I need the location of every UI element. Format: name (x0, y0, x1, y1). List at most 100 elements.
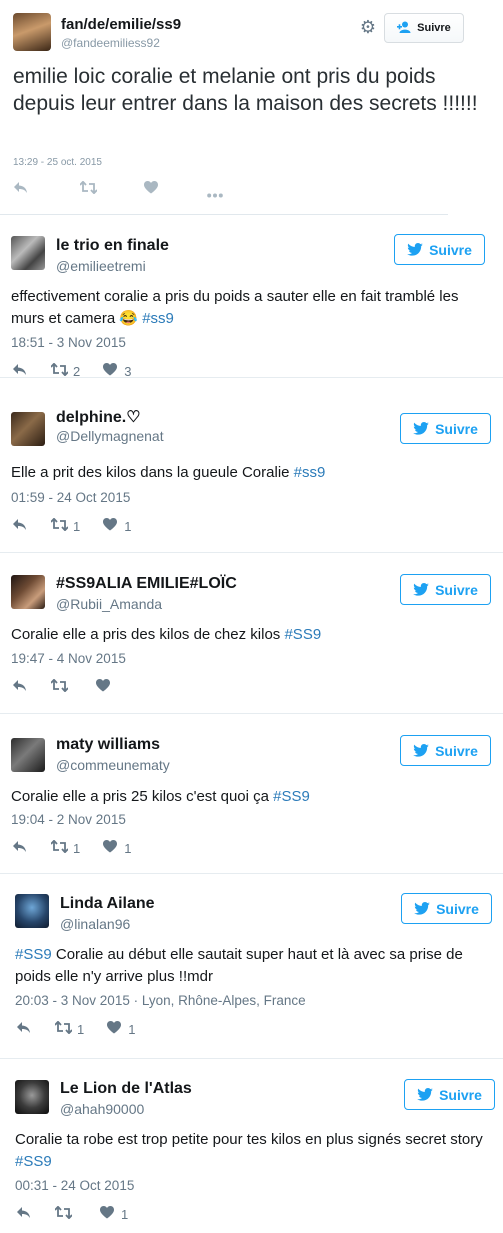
follow-button[interactable]: Suivre (400, 574, 491, 605)
retweet-icon[interactable] (50, 677, 69, 696)
display-name[interactable]: le trio en finale (56, 237, 169, 255)
twitter-bird-icon (407, 243, 423, 256)
retweet-icon[interactable] (50, 838, 69, 857)
retweet-count: 1 (77, 1021, 85, 1037)
reply-icon[interactable] (13, 181, 28, 198)
twitter-bird-icon (413, 583, 429, 596)
heart-icon[interactable] (102, 517, 118, 535)
tweet-actions: 1 1 (11, 516, 131, 535)
retweet-count: 1 (73, 518, 81, 534)
timestamp[interactable]: 19:04 - 2 Nov 2015 (11, 812, 126, 827)
divider (0, 214, 448, 215)
retweet-icon[interactable] (79, 180, 98, 198)
avatar[interactable] (13, 13, 51, 51)
like-count: 1 (124, 840, 132, 856)
tweet-actions (11, 677, 117, 696)
avatar[interactable] (15, 894, 49, 928)
tweet-actions: 1 (15, 1204, 129, 1223)
follow-button-label: Suivre (435, 581, 478, 598)
follow-button[interactable]: Suivre (384, 13, 464, 43)
display-name[interactable]: maty williams (56, 736, 160, 754)
retweet-icon[interactable] (54, 1019, 73, 1038)
avatar[interactable] (15, 1080, 49, 1114)
display-name[interactable]: Linda Ailane (60, 895, 155, 913)
reply-icon[interactable] (15, 1021, 31, 1038)
heart-icon[interactable] (95, 678, 111, 696)
follow-button[interactable]: Suivre (400, 413, 491, 444)
hashtag-link[interactable]: #SS9 (15, 946, 52, 963)
hashtag-link[interactable]: #SS9 (273, 788, 310, 805)
gear-icon[interactable]: ⚙ (358, 17, 378, 37)
follow-button-label: Suivre (435, 742, 478, 759)
reply-tweet: maty williams @commeunematy Suivre Coral… (0, 714, 503, 874)
timestamp[interactable]: 13:29 - 25 oct. 2015 (13, 157, 102, 168)
add-user-icon (397, 21, 411, 36)
tweet-actions: 1 1 (11, 838, 132, 857)
display-name[interactable]: delphine.♡ (56, 407, 141, 427)
reply-icon[interactable] (11, 840, 27, 857)
heart-icon[interactable] (99, 1205, 115, 1223)
retweet-icon[interactable] (50, 516, 69, 535)
twitter-bird-icon (413, 744, 429, 757)
display-name[interactable]: fan/de/emilie/ss9 (61, 16, 181, 33)
tweet-actions: 1 1 (15, 1019, 136, 1038)
heart-icon[interactable] (102, 839, 118, 857)
username[interactable]: @Rubii_Amanda (56, 596, 162, 612)
tweet-text: emilie loic coralie et melanie ont pris … (13, 65, 478, 115)
hashtag-link[interactable]: #ss9 (142, 310, 174, 327)
follow-button-label: Suivre (417, 22, 451, 34)
username[interactable]: @linalan96 (60, 916, 130, 932)
follow-button[interactable]: Suivre (401, 893, 492, 924)
display-name[interactable]: #SS9ALIA EMILIE#LOÏC (56, 575, 237, 593)
timestamp[interactable]: 19:47 - 4 Nov 2015 (11, 651, 126, 666)
follow-button[interactable]: Suivre (400, 735, 491, 766)
retweet-count: 1 (73, 840, 81, 856)
avatar[interactable] (11, 236, 45, 270)
twitter-bird-icon (413, 422, 429, 435)
display-name[interactable]: Le Lion de l'Atlas (60, 1080, 192, 1098)
main-tweet: fan/de/emilie/ss9 @fandeemiliess92 ⚙ Sui… (0, 0, 503, 215)
follow-button-label: Suivre (436, 900, 479, 917)
twitter-bird-icon (417, 1088, 433, 1101)
follow-button-label: Suivre (429, 241, 472, 258)
retweet-icon[interactable] (54, 1204, 73, 1223)
reply-tweet: #SS9ALIA EMILIE#LOÏC @Rubii_Amanda Suivr… (0, 553, 503, 713)
tweet-text: Elle a prit des kilos dans la gueule Cor… (11, 464, 326, 481)
tweet-text: effectivement coralie a pris du poids a … (11, 288, 459, 327)
hashtag-link[interactable]: #ss9 (294, 464, 326, 481)
more-icon[interactable] (207, 185, 223, 202)
timestamp[interactable]: 00:31 - 24 Oct 2015 (15, 1178, 134, 1193)
reply-icon[interactable] (15, 1206, 31, 1223)
like-count: 1 (121, 1206, 129, 1222)
username[interactable]: @emilieetremi (56, 258, 146, 274)
username[interactable]: @fandeemiliess92 (61, 36, 160, 50)
reply-tweet: Linda Ailane @linalan96 Suivre #SS9 Cora… (0, 874, 503, 1058)
avatar[interactable] (11, 738, 45, 772)
tweet-text: Coralie elle a pris 25 kilos c'est quoi … (11, 788, 310, 805)
hashtag-link[interactable]: #SS9 (284, 626, 321, 643)
timestamp[interactable]: 18:51 - 3 Nov 2015 (11, 335, 126, 350)
follow-button[interactable]: Suivre (404, 1079, 495, 1110)
avatar[interactable] (11, 412, 45, 446)
follow-button-label: Suivre (435, 420, 478, 437)
reply-tweet: delphine.♡ @Dellymagnenat Suivre Elle a … (0, 378, 503, 538)
timestamp[interactable]: 20:03 - 3 Nov 2015 · Lyon, Rhône-Alpes, … (15, 993, 306, 1008)
tweet-text: Coralie elle a pris des kilos de chez ki… (11, 626, 322, 643)
username[interactable]: @commeunematy (56, 757, 170, 773)
reply-icon[interactable] (11, 518, 27, 535)
avatar[interactable] (11, 575, 45, 609)
reply-tweet: le trio en finale @emilieetremi Suivre e… (0, 216, 503, 379)
follow-button-label: Suivre (439, 1086, 482, 1103)
timestamp[interactable]: 01:59 - 24 Oct 2015 (11, 490, 130, 505)
username[interactable]: @ahah90000 (60, 1101, 144, 1117)
tweet-text: #SS9 Coralie au début elle sautait super… (15, 946, 463, 985)
heart-icon[interactable] (106, 1020, 122, 1038)
heart-icon[interactable] (144, 181, 158, 198)
reply-tweet: Le Lion de l'Atlas @ahah90000 Suivre Cor… (0, 1059, 503, 1233)
like-count: 1 (128, 1021, 136, 1037)
username[interactable]: @Dellymagnenat (56, 428, 164, 444)
twitter-bird-icon (414, 902, 430, 915)
follow-button[interactable]: Suivre (394, 234, 485, 265)
reply-icon[interactable] (11, 679, 27, 696)
hashtag-link[interactable]: #SS9 (15, 1153, 52, 1170)
